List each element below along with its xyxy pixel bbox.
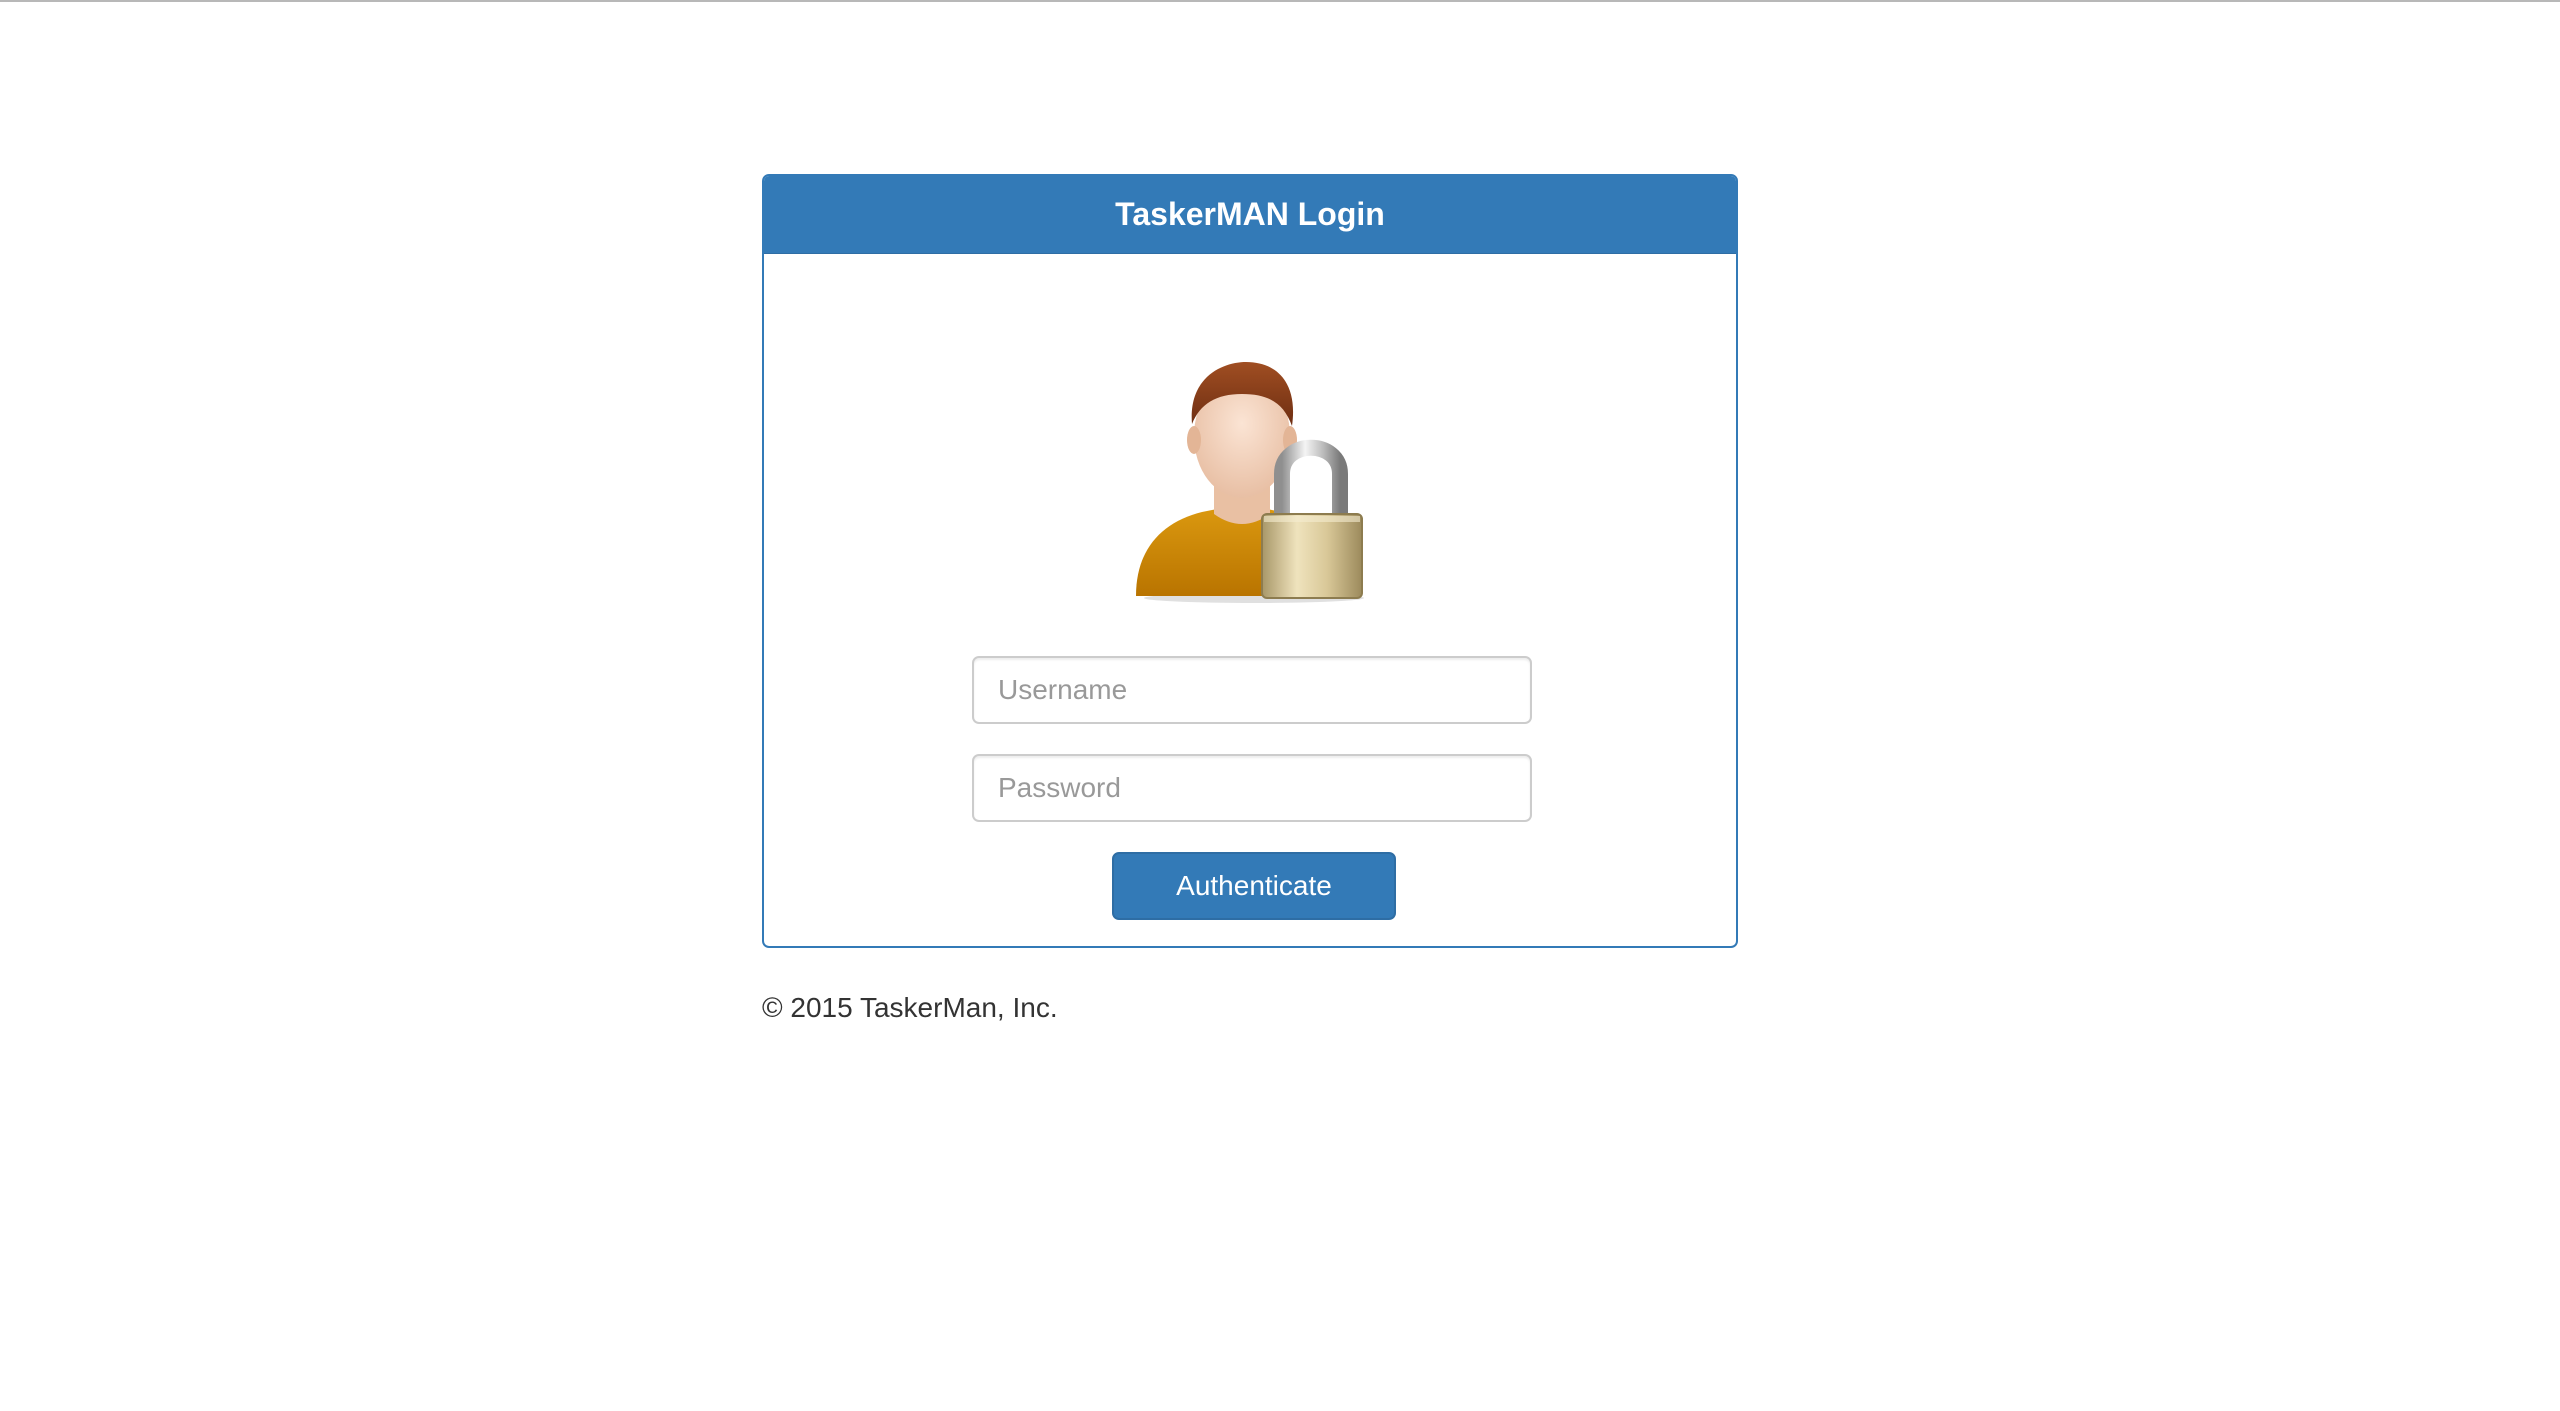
copyright-text: © 2015 TaskerMan, Inc.: [762, 992, 1058, 1023]
user-lock-icon: [1132, 354, 1376, 604]
login-title: TaskerMAN Login: [764, 176, 1736, 254]
username-input[interactable]: [972, 656, 1532, 724]
top-divider: [0, 0, 2560, 2]
authenticate-button[interactable]: Authenticate: [1112, 852, 1396, 920]
login-panel: TaskerMAN Login Username Authenticate: [762, 174, 1738, 948]
password-input[interactable]: [972, 754, 1532, 822]
